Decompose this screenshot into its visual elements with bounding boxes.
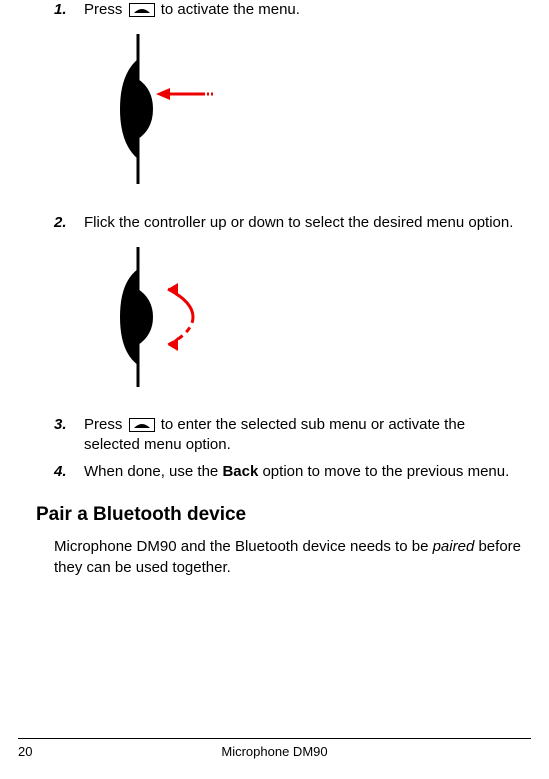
- step-text: Press to activate the menu.: [84, 0, 523, 20]
- step-2: 2. Flick the controller up or down to se…: [54, 213, 523, 233]
- controller-button-icon: [129, 3, 155, 17]
- text-bold: Back: [222, 463, 258, 480]
- text-fragment: option to move to the previous menu.: [262, 463, 509, 480]
- text-emphasis: paired: [433, 538, 475, 555]
- text-fragment: to activate the menu.: [161, 1, 300, 18]
- footer-title: Microphone DM90: [58, 743, 491, 761]
- step-text: Press to enter the selected sub menu or …: [84, 415, 523, 456]
- text-fragment: Press: [84, 416, 127, 433]
- step-3: 3. Press to enter the selected sub menu …: [54, 415, 523, 456]
- page-number: 20: [18, 743, 58, 761]
- page-footer: 20 Microphone DM90: [18, 738, 531, 761]
- manual-page: 1. Press to activate the menu.: [0, 0, 549, 779]
- illustration-press-controller: [118, 34, 523, 190]
- step-1: 1. Press to activate the menu.: [54, 0, 523, 20]
- step-number: 4.: [54, 462, 84, 482]
- step-4: 4. When done, use the Back option to mov…: [54, 462, 523, 482]
- text-fragment: Microphone DM90 and the Bluetooth device…: [54, 538, 433, 555]
- step-number: 3.: [54, 415, 84, 456]
- footer-spacer: [491, 743, 531, 761]
- step-text: When done, use the Back option to move t…: [84, 462, 523, 482]
- section-paragraph: Microphone DM90 and the Bluetooth device…: [54, 537, 523, 578]
- content-area: 1. Press to activate the menu.: [18, 0, 531, 482]
- illustration-flick-controller: [118, 247, 523, 393]
- controller-button-icon: [129, 418, 155, 432]
- step-text: Flick the controller up or down to selec…: [84, 213, 523, 233]
- text-fragment: Press: [84, 1, 127, 18]
- step-number: 1.: [54, 0, 84, 20]
- text-fragment: When done, use the: [84, 463, 222, 480]
- section-heading: Pair a Bluetooth device: [36, 502, 531, 528]
- step-number: 2.: [54, 213, 84, 233]
